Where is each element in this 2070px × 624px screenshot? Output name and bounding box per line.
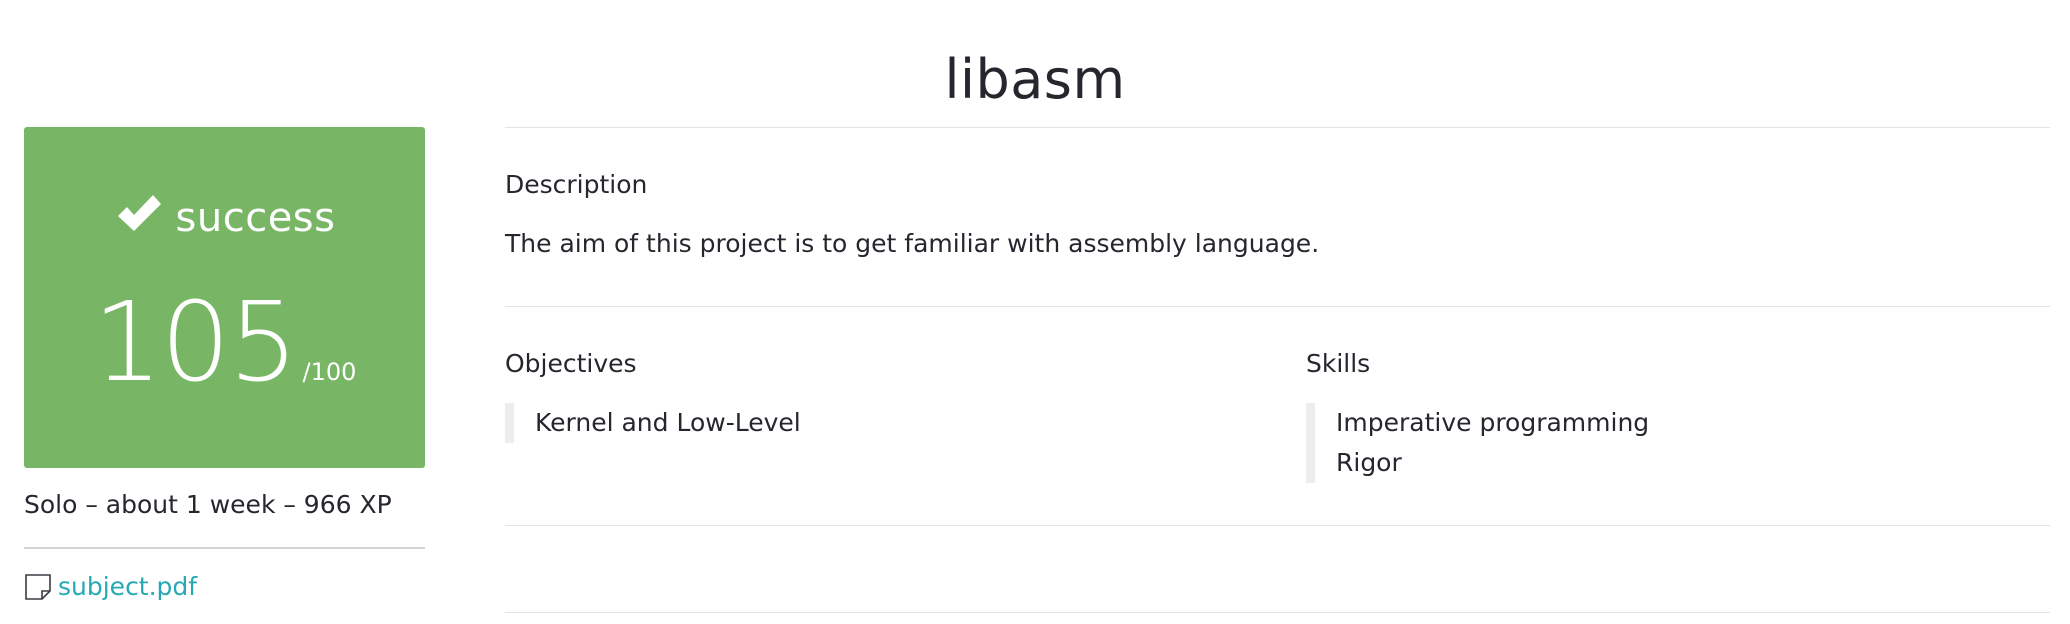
score-max: /100: [302, 358, 357, 386]
skill-item: Rigor: [1336, 448, 1402, 477]
skills-list: Imperative programming Rigor: [1306, 403, 1649, 483]
divider-bottom: [505, 612, 2050, 613]
final-score: 105: [92, 278, 299, 406]
status-label: success: [175, 195, 336, 241]
objectives-heading: Objectives: [505, 349, 637, 378]
divider-top: [505, 127, 2050, 128]
divider: [24, 547, 425, 549]
skill-item: Imperative programming: [1336, 408, 1650, 437]
attachment-subject[interactable]: subject.pdf: [24, 572, 197, 601]
document-icon: [25, 573, 51, 600]
status-row: success: [24, 195, 425, 241]
divider-lower: [505, 525, 2050, 526]
page-title: libasm: [944, 48, 1126, 112]
skills-heading: Skills: [1306, 349, 1371, 378]
divider-middle: [505, 306, 2050, 307]
check-icon: [117, 195, 161, 231]
description-heading: Description: [505, 170, 648, 199]
score-row: 105 /100: [24, 287, 425, 397]
objectives-list: Kernel and Low-Level: [505, 403, 801, 443]
project-meta: Solo – about 1 week – 966 XP: [24, 490, 392, 519]
subject-pdf-link[interactable]: subject.pdf: [58, 572, 197, 601]
grade-card: success 105 /100: [24, 127, 425, 468]
objective-item: Kernel and Low-Level: [535, 408, 801, 437]
description-text: The aim of this project is to get famili…: [505, 229, 1320, 258]
